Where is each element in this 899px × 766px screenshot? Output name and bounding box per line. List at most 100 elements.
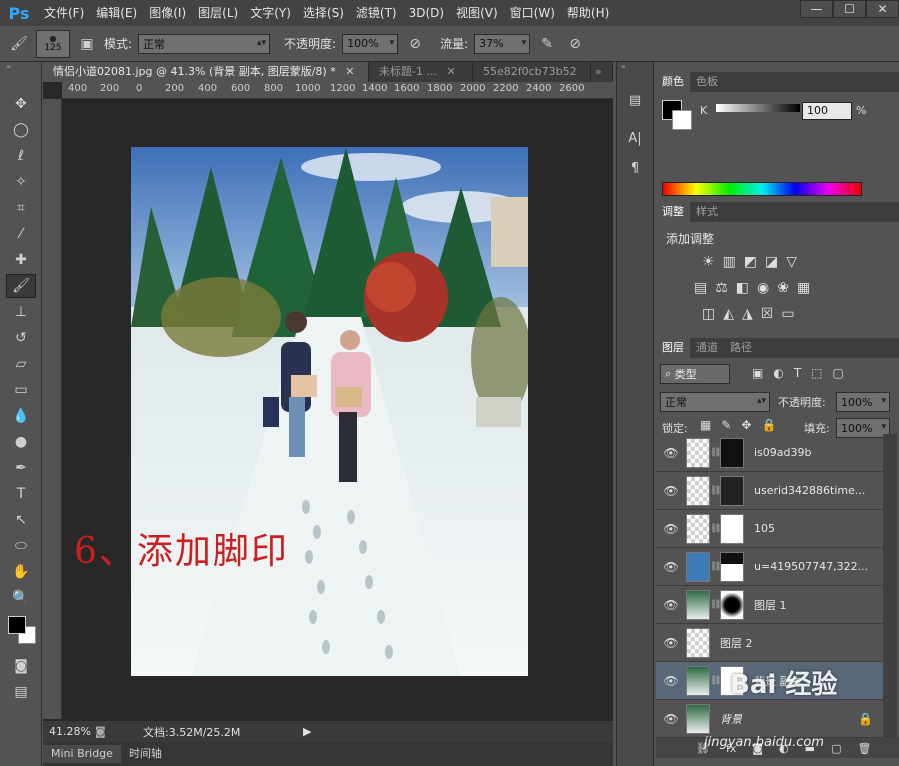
color-swatches[interactable]	[6, 614, 36, 650]
shape-tool-icon[interactable]: ⬭	[6, 534, 36, 558]
status-icon[interactable]: ◙	[95, 725, 109, 738]
collapse-icon[interactable]: »	[0, 62, 41, 72]
eye-icon[interactable]: 👁	[656, 674, 686, 688]
eye-icon[interactable]: 👁	[656, 598, 686, 612]
zoom-tool-icon[interactable]: 🔍	[6, 586, 36, 610]
k-value-input[interactable]: 100	[802, 102, 852, 120]
pressure-size-icon[interactable]: ⊘	[564, 33, 586, 55]
blend-mode-select[interactable]: 正常 ▴▾	[660, 392, 770, 412]
eye-icon[interactable]: 👁	[656, 522, 686, 536]
type-tool-icon[interactable]: T	[6, 482, 36, 506]
invert-icon[interactable]: ◫	[702, 306, 715, 322]
link-icon[interactable]: ⛓	[710, 562, 721, 572]
history-brush-tool-icon[interactable]: ↺	[6, 326, 36, 350]
layer-mask[interactable]	[720, 551, 744, 582]
tab-timeline[interactable]: 时间轴	[121, 745, 170, 763]
channel-mixer-icon[interactable]: ❀	[777, 280, 789, 296]
clone-stamp-tool-icon[interactable]: ⊥	[6, 300, 36, 324]
flow-input[interactable]: 37% ▾	[474, 33, 531, 54]
layer-mask[interactable]	[720, 513, 744, 544]
trash-icon[interactable]: 🗑	[857, 742, 871, 755]
threshold-icon[interactable]: ◮	[742, 306, 753, 322]
opacity-input[interactable]: 100% ▾	[342, 33, 399, 54]
filter-pixel-icon[interactable]: ▣	[752, 366, 763, 380]
foreground-color[interactable]	[8, 616, 26, 634]
dodge-tool-icon[interactable]: ●	[6, 430, 36, 454]
menu-image[interactable]: 图像(I)	[143, 0, 192, 26]
link-icon[interactable]: ⛓	[710, 448, 721, 458]
menu-file[interactable]: 文件(F)	[38, 0, 90, 26]
levels-icon[interactable]: ▥	[723, 254, 736, 270]
character-panel-icon[interactable]: A|	[621, 126, 649, 150]
tab-paths[interactable]: 路径	[724, 338, 758, 358]
tab-image[interactable]: 55e82f0cb73b52	[473, 62, 591, 82]
path-select-tool-icon[interactable]: ↖	[6, 508, 36, 532]
close-button[interactable]: ✕	[866, 0, 899, 18]
pressure-opacity-icon[interactable]: ⊘	[404, 33, 426, 55]
new-layer-icon[interactable]: ▢	[831, 742, 841, 755]
tab-document-active[interactable]: 情侣小道02081.jpg @ 41.3% (背景 副本, 图层蒙版/8) * …	[43, 62, 369, 82]
tab-styles[interactable]: 样式	[690, 202, 724, 222]
lock-pixels-icon[interactable]: ✎	[721, 418, 731, 432]
mode-select[interactable]: 正常 ▴▾	[138, 33, 271, 54]
lock-transparent-icon[interactable]: ▦	[700, 418, 711, 432]
filter-adjust-icon[interactable]: ◐	[773, 366, 783, 380]
collapse-icon[interactable]: «	[617, 62, 653, 72]
tab-channels[interactable]: 通道	[690, 338, 724, 358]
brush-preset-picker[interactable]: ● 125	[36, 29, 70, 58]
history-panel-icon[interactable]: ▤	[621, 88, 649, 112]
layer-mask[interactable]	[720, 475, 744, 506]
hand-tool-icon[interactable]: ✋	[6, 560, 36, 584]
menu-view[interactable]: 视图(V)	[450, 0, 504, 26]
gradient-map-icon[interactable]: ☒	[761, 306, 774, 322]
move-tool-icon[interactable]: ✥	[6, 92, 36, 116]
menu-filter[interactable]: 滤镜(T)	[350, 0, 403, 26]
quick-select-tool-icon[interactable]: ✧	[6, 170, 36, 194]
tab-mini-bridge[interactable]: Mini Bridge	[43, 745, 121, 763]
lock-all-icon[interactable]: 🔒	[761, 418, 776, 432]
marquee-tool-icon[interactable]: ◯	[6, 118, 36, 142]
more-tabs-icon[interactable]: »	[591, 62, 613, 82]
zoom-level[interactable]: 41.28%	[43, 725, 95, 738]
exposure-icon[interactable]: ◪	[765, 254, 778, 270]
link-icon[interactable]: ⛓	[710, 676, 721, 686]
filter-type-icon[interactable]: T	[794, 366, 801, 380]
hue-sat-icon[interactable]: ▤	[694, 280, 707, 296]
quick-mask-icon[interactable]: ◙	[6, 654, 36, 678]
maximize-button[interactable]: ☐	[833, 0, 866, 18]
tab-adjustments[interactable]: 调整	[656, 202, 690, 222]
eye-icon[interactable]: 👁	[656, 484, 686, 498]
eye-icon[interactable]: 👁	[656, 560, 686, 574]
screen-mode-icon[interactable]: ▤	[6, 680, 36, 704]
layer-mask[interactable]	[720, 589, 744, 620]
close-icon[interactable]: ✕	[345, 65, 354, 78]
brush-tool-icon[interactable]: 🖌	[6, 274, 36, 298]
vibrance-icon[interactable]: ▽	[786, 254, 797, 270]
brush-panel-icon[interactable]: ▣	[76, 33, 98, 55]
link-icon[interactable]: ⛓	[710, 486, 721, 496]
background-swatch[interactable]	[672, 110, 692, 130]
k-slider[interactable]	[716, 104, 800, 112]
layer-mask[interactable]	[720, 437, 744, 468]
tab-untitled[interactable]: 未标题-1 ... ✕	[369, 62, 473, 82]
link-icon[interactable]: ⛓	[710, 600, 721, 610]
tab-color[interactable]: 颜色	[656, 72, 690, 92]
curves-icon[interactable]: ◩	[744, 254, 757, 270]
brush-tool-icon[interactable]: 🖌	[8, 33, 30, 55]
filter-shape-icon[interactable]: ⬚	[811, 366, 822, 380]
layer-row[interactable]: 👁 ⛓ 105	[656, 510, 883, 548]
eye-icon[interactable]: 👁	[656, 712, 686, 726]
selective-color-icon[interactable]: ▭	[781, 306, 794, 322]
menu-help[interactable]: 帮助(H)	[561, 0, 615, 26]
layer-row[interactable]: 👁 ⛓ u=419507747,322...	[656, 548, 883, 586]
bw-icon[interactable]: ◧	[736, 280, 749, 296]
menu-3d[interactable]: 3D(D)	[403, 0, 450, 26]
tab-swatches[interactable]: 色板	[690, 72, 724, 92]
posterize-icon[interactable]: ◭	[723, 306, 734, 322]
pen-tool-icon[interactable]: ✒	[6, 456, 36, 480]
menu-window[interactable]: 窗口(W)	[504, 0, 561, 26]
document-canvas[interactable]	[131, 147, 528, 676]
eyedropper-tool-icon[interactable]: ⁄	[6, 222, 36, 246]
gradient-tool-icon[interactable]: ▭	[6, 378, 36, 402]
layer-row[interactable]: 👁 图层 2	[656, 624, 883, 662]
